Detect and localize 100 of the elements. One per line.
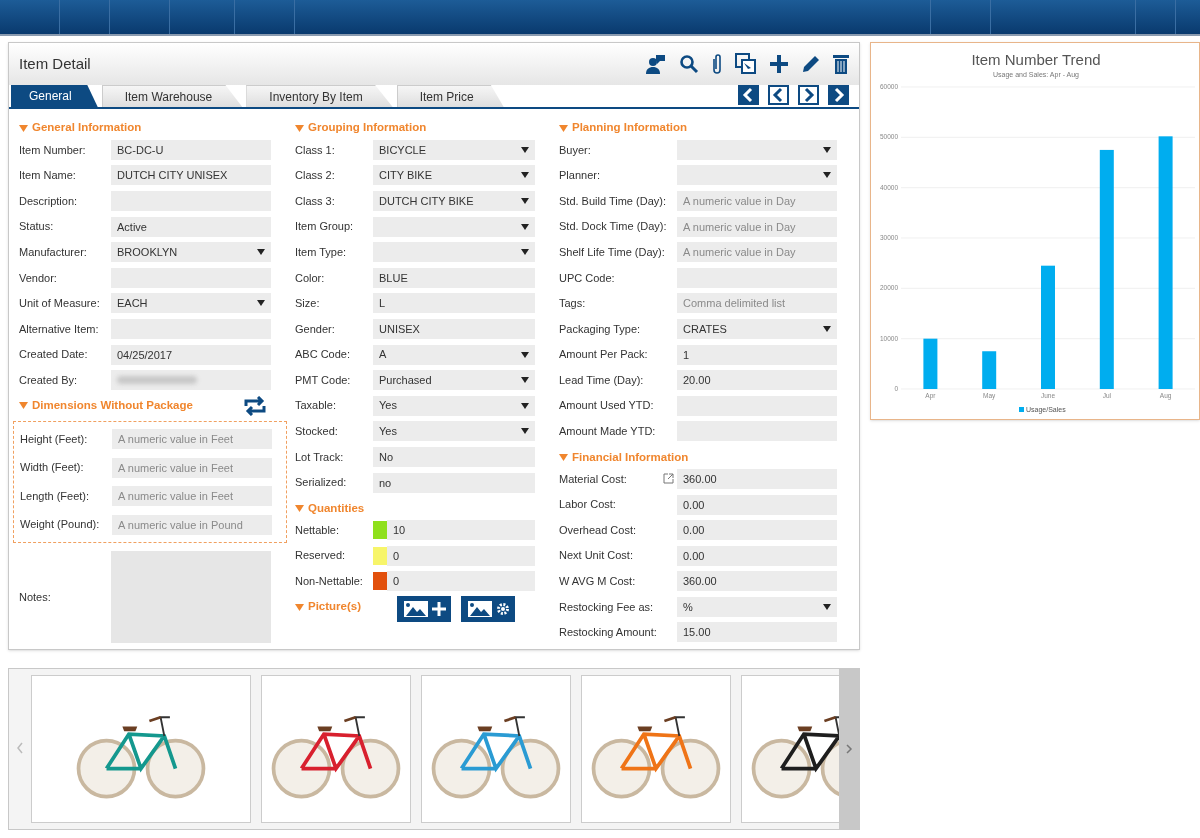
dropdown-arrow-icon <box>521 249 529 256</box>
copy-icon[interactable] <box>735 53 757 75</box>
add-image-button[interactable] <box>397 596 451 623</box>
input-field[interactable]: 04/25/2017 <box>111 344 271 365</box>
dropdown[interactable]: % <box>677 596 837 617</box>
input-field[interactable]: 15.00 <box>677 622 837 643</box>
input-field[interactable]: DUTCH CITY UNISEX <box>111 165 271 186</box>
paperclip-icon[interactable] <box>711 53 723 75</box>
dropdown[interactable]: DUTCH CITY BIKE <box>373 191 535 211</box>
field-label: Alternative Item: <box>19 321 100 337</box>
input-field[interactable]: 0 <box>387 545 535 566</box>
field-label: Reserved: <box>295 548 347 564</box>
input-field[interactable]: 10 <box>387 520 535 541</box>
input-field[interactable]: 0.00 <box>677 494 837 515</box>
dropdown-arrow-icon <box>521 223 529 230</box>
field-label: Std. Dock Time (Day): <box>559 219 668 235</box>
input-field[interactable]: 360.00 <box>677 468 837 489</box>
image-icon <box>402 600 429 619</box>
collapse-arrow-icon[interactable] <box>19 402 28 410</box>
input-field[interactable]: No <box>373 446 535 467</box>
field-label: Width (Feet): <box>20 460 85 476</box>
input-field[interactable]: A numeric value in Feet <box>112 429 272 450</box>
dropdown[interactable]: CITY BIKE <box>373 165 535 186</box>
tab[interactable]: Item Warehouse <box>101 85 243 107</box>
input-field[interactable]: Comma delimited list <box>677 293 837 314</box>
legend-swatch <box>1019 407 1024 412</box>
field-label: Next Unit Cost: <box>559 548 634 564</box>
field-label: PMT Code: <box>295 372 352 388</box>
dropdown-arrow-icon <box>823 603 831 610</box>
dropdown[interactable]: CRATES <box>677 318 837 339</box>
input-field[interactable]: L <box>373 293 535 314</box>
input-field[interactable]: A numeric value in Pound <box>112 514 272 535</box>
field-label: Serialized: <box>295 475 348 491</box>
image-settings-button[interactable] <box>461 596 515 623</box>
input-field[interactable] <box>111 370 271 391</box>
last-page-button[interactable] <box>828 85 849 105</box>
input-field[interactable]: 1 <box>677 344 837 365</box>
input-field[interactable]: A numeric value in Day <box>677 242 837 263</box>
section-title: Grouping Information <box>308 120 427 136</box>
input-field[interactable]: 0.00 <box>677 520 837 541</box>
input-field[interactable]: 20.00 <box>677 370 837 391</box>
field-label: Stocked: <box>295 424 339 440</box>
input-field[interactable]: 360.00 <box>677 571 837 592</box>
tab[interactable]: Inventory By Item <box>246 85 393 107</box>
bar <box>923 338 938 389</box>
field-label: Size: <box>295 296 321 312</box>
field-label: Gender: <box>295 321 336 337</box>
trash-icon[interactable] <box>833 54 849 74</box>
pencil-icon[interactable] <box>801 54 821 74</box>
tab[interactable]: Item Price <box>396 85 504 107</box>
field-label: Color: <box>295 270 326 286</box>
field-label: Class 3: <box>295 193 336 209</box>
dropdown[interactable]: BROOKLYN <box>111 242 271 263</box>
input-field[interactable]: A numeric value in Day <box>677 216 837 237</box>
dropdown[interactable]: BICYCLE <box>373 139 535 160</box>
collapse-arrow-icon[interactable] <box>19 124 28 132</box>
first-page-button[interactable] <box>738 85 759 105</box>
input-field[interactable]: A numeric value in Day <box>677 191 837 211</box>
input-field[interactable]: Active <box>111 216 271 237</box>
field-label: Length (Feet): <box>20 488 91 504</box>
input-field[interactable]: A numeric value in Feet <box>112 457 272 478</box>
dropdown-arrow-icon <box>521 198 529 204</box>
dropdown-arrow-icon <box>823 325 831 332</box>
external-link-icon[interactable] <box>663 473 674 485</box>
input-field[interactable]: UNISEX <box>373 318 535 339</box>
input-field[interactable]: A numeric value in Feet <box>112 486 272 507</box>
panel-title: Item Detail <box>19 53 91 74</box>
field-label: Weight (Pound): <box>20 517 101 533</box>
collapse-arrow-icon[interactable] <box>295 504 304 512</box>
dropdown[interactable]: Yes <box>373 421 535 442</box>
input-field[interactable]: BLUE <box>373 267 535 288</box>
bar <box>982 351 997 389</box>
dropdown-arrow-icon <box>521 402 529 409</box>
field-label: Packaging Type: <box>559 321 642 337</box>
field-label: ABC Code: <box>295 347 352 363</box>
input-field[interactable]: 0.00 <box>677 545 837 566</box>
dropdown[interactable]: Yes <box>373 395 535 416</box>
dropdown-arrow-icon <box>257 300 265 307</box>
collapse-arrow-icon[interactable] <box>295 124 304 132</box>
collapse-arrow-icon[interactable] <box>559 453 568 461</box>
field-label: Overhead Cost: <box>559 522 638 538</box>
notes-field[interactable] <box>111 550 271 643</box>
input-field[interactable]: 0 <box>387 571 535 592</box>
collapse-arrow-icon[interactable] <box>559 124 568 132</box>
tab[interactable]: General <box>11 85 98 107</box>
search-icon[interactable] <box>679 54 699 74</box>
refresh-icon[interactable] <box>243 395 267 416</box>
dropdown[interactable]: Purchased <box>373 370 535 391</box>
input-field[interactable]: BC-DC-U <box>111 139 271 160</box>
dropdown[interactable]: A <box>373 344 535 365</box>
dropdown[interactable]: EACH <box>111 293 271 314</box>
next-page-button[interactable] <box>798 85 819 105</box>
field-label: Item Type: <box>295 244 348 260</box>
collapse-arrow-icon[interactable] <box>295 603 304 611</box>
field-label: Planner: <box>559 168 601 184</box>
previous-page-button[interactable] <box>768 85 789 105</box>
user-chat-icon[interactable] <box>645 53 667 75</box>
add-icon[interactable] <box>769 54 789 74</box>
input-field[interactable]: no <box>373 472 535 493</box>
field-label: Manufacturer: <box>19 244 88 260</box>
